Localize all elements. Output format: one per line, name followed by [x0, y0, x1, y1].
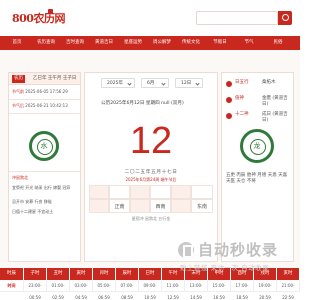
- watermark: 自动秒收录 致上链接·来访一次·自动收录: [178, 238, 294, 272]
- calendar-main-panel: 2025年 6月 12日 公历2025年6月12日 星期四 null (双月) …: [84, 72, 218, 262]
- right-row-value: 桑柘木: [262, 80, 276, 85]
- right-info-card: 日五行 桑柘木 值神 金匮 (黄道吉日) 十二神 成日 (黄道吉日) 龙 五更 …: [221, 72, 294, 262]
- divider: [9, 171, 80, 172]
- nav-item-holidays[interactable]: 节假日: [209, 36, 231, 50]
- note-line: 日值十二建星 不宜动土: [12, 209, 54, 214]
- zodiac-char: 龙: [253, 142, 261, 150]
- solar-term-after: 节气后 2025-06-21 10:42:13: [12, 103, 68, 108]
- month-select[interactable]: 6月: [141, 78, 169, 88]
- lunar-tag: 农历: [12, 75, 25, 83]
- table-header: 子时: [24, 268, 47, 280]
- right-row-label: 值神: [235, 96, 244, 101]
- panel-footer: 星宿冲 鼠煞北 五行金: [131, 216, 171, 221]
- right-row-label: 十二神: [235, 112, 249, 117]
- nav-item-culture[interactable]: 传统文化: [180, 36, 202, 50]
- zodiac-ring: 龙: [240, 129, 274, 163]
- grid-cell: [191, 185, 213, 199]
- nav-item-auspicious-time[interactable]: 吉时查询: [64, 36, 86, 50]
- divider: [9, 113, 80, 114]
- search-icon[interactable]: [278, 11, 292, 25]
- year-select[interactable]: 2025年: [101, 78, 135, 88]
- element-ring: 水: [29, 131, 59, 161]
- table-cell: 23:00-00:59: [24, 280, 47, 300]
- main-nav: 首页 农历查询 吉时查询 黄道吉日 星座运势 周公解梦 传统文化 节假日 节气 …: [0, 36, 300, 50]
- grid-cell: [89, 199, 109, 213]
- nav-item-horoscope[interactable]: 星座运势: [122, 36, 144, 50]
- grid-cell: [171, 185, 191, 199]
- table-cell: 09:00-10:59: [139, 280, 162, 300]
- clash-line: 冲鼠煞北: [12, 175, 28, 180]
- direction-south: 正南: [109, 199, 130, 213]
- grid-cell: [89, 185, 109, 199]
- direction-southwest: 西南: [150, 199, 171, 213]
- shichen-table: 时辰 子时 丑时 寅时 卯时 辰时 巳时 午时 未时 申时 酉时 戌时 亥时 时…: [0, 268, 300, 300]
- day-select[interactable]: 12日: [175, 78, 203, 88]
- table-cell: 17:00-18:59: [231, 280, 254, 300]
- page: 800农历网 首页 农历查询 吉时查询 黄道吉日 星座运势 周公解梦 传统文化 …: [0, 0, 300, 300]
- table-cell: 时间: [0, 280, 24, 292]
- table-cell: 11:00-12:59: [162, 280, 185, 300]
- grid-cell: [130, 199, 150, 213]
- nav-item-lunar-query[interactable]: 农历查询: [35, 36, 57, 50]
- table-cell: 19:00-20:59: [254, 280, 277, 300]
- divider: [9, 99, 80, 100]
- grid-row-2: 正南 西南 东南: [89, 199, 213, 213]
- lunar-date: 二〇二五年五月十七日: [124, 170, 178, 175]
- direction-southeast: 东南: [191, 199, 213, 213]
- left-info-card: 农历 乙巳年 壬午月 壬子日 节气前 2025-06-05 17:56:29 节…: [8, 72, 81, 262]
- table-header: 巳时: [139, 268, 162, 280]
- date-line: 公历2025年6月12日 星期四 null (双月): [101, 101, 184, 106]
- left-card-header: 农历 乙巳年 壬午月 壬子日: [9, 73, 80, 85]
- twelve-gods-dot-icon: [226, 113, 232, 119]
- nav-item-lucky-days[interactable]: 黄道吉日: [93, 36, 115, 50]
- grid-cell: [150, 185, 171, 199]
- right-row-label: 日五行: [235, 80, 249, 85]
- table-cell: 01:00-02:59: [47, 280, 70, 300]
- table-cell: 05:00-06:59: [93, 280, 116, 300]
- nav-item-dreams[interactable]: 周公解梦: [151, 36, 173, 50]
- grid-cell: [171, 199, 191, 213]
- nav-item-home[interactable]: 首页: [6, 36, 28, 50]
- grid-row-1: [89, 185, 213, 199]
- table-cell: 21:00-22:59: [277, 280, 300, 300]
- day-number: 12: [129, 120, 173, 162]
- table-cell: 13:00-14:59: [185, 280, 208, 300]
- grid-cell: [109, 185, 130, 199]
- watermark-logo-icon: [178, 242, 194, 258]
- table-cell: 07:00-08:59: [116, 280, 139, 300]
- table-header: 丑时: [47, 268, 70, 280]
- element-char: 水: [40, 142, 48, 150]
- table-header: 寅时: [70, 268, 93, 280]
- solar-term-before: 节气前 2025-06-05 17:56:29: [12, 89, 68, 94]
- watermark-subtitle: 致上链接·来访一次·自动收录: [180, 264, 270, 272]
- table-header: 卯时: [93, 268, 116, 280]
- site-logo[interactable]: 800农历网: [12, 10, 65, 26]
- table-cell: 15:00-16:59: [208, 280, 231, 300]
- table-header: 时辰: [0, 268, 24, 280]
- table-header: 辰时: [116, 268, 139, 280]
- watermark-title: 自动秒收录: [198, 241, 279, 259]
- right-row-value: 成日 (黄道吉日): [262, 112, 288, 123]
- deity-dot-icon: [226, 97, 232, 103]
- holiday-note: 2025年6月第24周 端午节后: [125, 177, 177, 182]
- nav-item-folk[interactable]: 民俗: [267, 36, 289, 50]
- logo-badge-icon: [48, 9, 53, 14]
- ganzhi-date: 乙巳年 壬午月 壬子日: [33, 76, 77, 81]
- right-bottom-text: 五更 丙辰 胎神 月德 天恩 天喜 天医 天仓 不将: [226, 173, 288, 184]
- right-row-value: 金匮 (黄道吉日): [262, 96, 288, 107]
- avoid-line: 忌开市 安葬 行丧 移徙: [12, 199, 52, 204]
- site-header: 800农历网: [0, 0, 300, 36]
- search-input[interactable]: [196, 11, 278, 25]
- table-cell: 03:00-04:59: [70, 280, 93, 300]
- suitable-line: 宜祭祀 开光 纳采 出行 嫁娶 冠笄: [12, 185, 71, 190]
- nav-item-solar-terms[interactable]: 节气: [238, 36, 260, 50]
- element-dot-icon: [226, 81, 232, 87]
- grid-cell: [130, 185, 150, 199]
